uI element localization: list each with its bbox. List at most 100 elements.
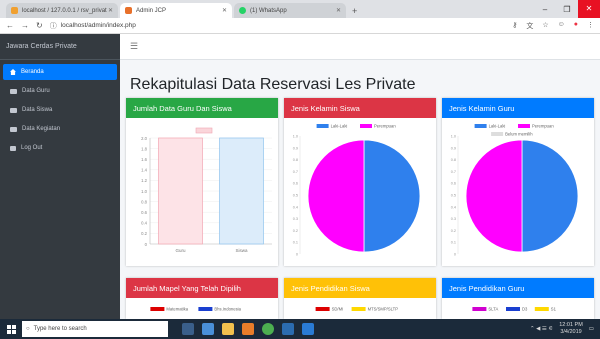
sidebar: Jawara Cerdas Private Beranda Data Guru …: [0, 34, 120, 319]
card-title: Jenis Kelamin Guru: [442, 98, 594, 118]
card-title: Jumlah Mapel Yang Telah Dipilih: [126, 278, 278, 298]
y-tick-label: 0.1: [451, 241, 456, 245]
y-tick-label: 0.5: [293, 194, 298, 198]
windows-start-button[interactable]: [0, 319, 22, 339]
chrome-icon[interactable]: [262, 323, 274, 335]
y-tick-label: 0: [145, 242, 148, 247]
sidebar-item-log-out[interactable]: Log Out: [3, 140, 117, 156]
bar: [219, 137, 264, 245]
legend-swatch: [518, 124, 530, 128]
top-navbar: ☰: [120, 34, 600, 60]
legend-swatch: [316, 124, 329, 128]
firefox-icon[interactable]: [242, 323, 254, 335]
forward-arrow-icon[interactable]: →: [21, 21, 29, 30]
y-tick-label: 0.1: [293, 241, 298, 245]
extension-icon[interactable]: ●: [574, 21, 578, 31]
y-tick-label: 1.0: [141, 189, 147, 194]
legend-swatch: [150, 307, 165, 311]
pie-slice: [363, 139, 421, 253]
card-title: Jumlah Data Guru Dan Siswa: [126, 98, 278, 118]
taskbar-clock[interactable]: 12:01 PM 3/4/2019: [559, 322, 583, 336]
y-tick-label: 0: [296, 253, 298, 257]
card-jenis-kelamin-guru: Jenis Kelamin Guru Laki-Laki Perempuan Bel…: [442, 98, 594, 266]
pie-slice: [521, 139, 579, 253]
account-icon[interactable]: ☺: [558, 21, 565, 31]
reload-icon[interactable]: ↻: [36, 21, 43, 30]
legend-label: SD/MI: [332, 307, 344, 312]
legend-swatch: [474, 124, 487, 128]
legend-label: Matematika: [166, 307, 188, 312]
legend-label: D3: [522, 307, 528, 312]
y-tick-label: 0.7: [293, 170, 298, 174]
main-content: ☰ Rekapitulasi Data Reservasi Les Privat…: [120, 34, 600, 319]
address-bar: ← → ↻ ⓘ localhost/admin/index.php ⚷ 文 ☆ ☺ …: [0, 18, 600, 34]
pie-chart: Laki-Laki Perempuan Belum memilih 0 0.1 0.2 0.…: [451, 124, 579, 257]
menu-dots-icon[interactable]: ⋮: [587, 21, 594, 31]
pie-slice: [307, 139, 365, 253]
legend-swatch: [472, 307, 487, 311]
brand-link[interactable]: Jawara Cerdas Private: [0, 34, 120, 60]
taskbar-search-box[interactable]: ○ Type here to search: [22, 321, 168, 337]
file-explorer-icon[interactable]: [222, 323, 234, 335]
minimize-icon[interactable]: –: [534, 5, 556, 14]
legend-label: Belum memilih: [505, 132, 533, 137]
y-tick-label: 0: [454, 253, 456, 257]
sidebar-menu: Beranda Data Guru Data Siswa Data Kegiat…: [0, 60, 120, 163]
legend-swatch: [198, 307, 213, 311]
y-tick-label: 0.3: [451, 217, 456, 221]
card-pendidikan-guru: Jenis Pendidikan Guru SLTA D3 S1: [442, 278, 594, 319]
legend-label: Perempuan: [374, 124, 396, 129]
browser-tab-whatsapp[interactable]: (1) WhatsApp ✕: [234, 3, 346, 18]
page-title: Rekapitulasi Data Reservasi Les Private: [130, 76, 416, 93]
card-title: Jenis Pendidikan Siswa: [284, 278, 436, 298]
window-close-icon[interactable]: ✕: [578, 0, 600, 18]
y-tick-label: 0.6: [293, 182, 298, 186]
browser-tab-bar: localhost / 127.0.0.1 / rsv_privat ✕ Admi…: [0, 0, 600, 18]
y-tick-label: 0.5: [451, 194, 456, 198]
y-tick-label: 0.7: [451, 170, 456, 174]
hamburger-menu-icon[interactable]: ☰: [130, 41, 138, 52]
store-icon[interactable]: [282, 323, 294, 335]
sidebar-item-data-kegiatan[interactable]: Data Kegiatan: [3, 121, 117, 137]
legend-swatch: [360, 124, 372, 128]
sidebar-item-data-siswa[interactable]: Data Siswa: [3, 102, 117, 118]
new-tab-button[interactable]: +: [352, 6, 357, 16]
x-tick-label: Siswa: [235, 248, 248, 253]
close-tab-icon[interactable]: ✕: [108, 7, 113, 14]
url-field[interactable]: localhost/admin/index.php: [61, 22, 136, 29]
browser-tab-admin[interactable]: Admin JCP ✕: [120, 3, 232, 18]
word-icon[interactable]: [302, 323, 314, 335]
sidebar-item-data-guru[interactable]: Data Guru: [3, 83, 117, 99]
y-tick-label: 0.9: [293, 146, 298, 150]
bar-chart: 0 0.2 0.4 0.6 0.8 1.0 1.2 1.4 1.6 1.8 2.0 Guru Sisw…: [141, 127, 272, 253]
tray-icons[interactable]: ⌃ ◀ ☰ ⚟: [530, 326, 553, 332]
y-tick-label: 0.2: [141, 231, 147, 236]
browser-tab-phpmyadmin[interactable]: localhost / 127.0.0.1 / rsv_privat ✕: [6, 3, 118, 18]
notification-icon[interactable]: ▭: [589, 326, 594, 332]
y-tick-label: 0.8: [141, 199, 147, 204]
legend-label: S1: [551, 307, 557, 312]
translate-icon[interactable]: 文: [526, 21, 533, 31]
star-icon[interactable]: ☆: [542, 21, 548, 31]
info-icon[interactable]: ⓘ: [50, 21, 57, 31]
table-icon: [10, 107, 17, 113]
chart-legend: Matematika Bhs.Indonesia: [150, 307, 242, 312]
chart-legend: SD/MI MTS/SMP/SLTP: [315, 307, 399, 312]
edge-icon[interactable]: [202, 323, 214, 335]
pie-slice: [465, 139, 523, 253]
maximize-icon[interactable]: ❐: [556, 5, 578, 14]
back-arrow-icon[interactable]: ←: [6, 21, 14, 30]
key-icon[interactable]: ⚷: [512, 21, 517, 31]
legend-label: MTS/SMP/SLTP: [368, 307, 399, 312]
y-tick-label: 0.8: [293, 158, 298, 162]
card-title: Jenis Kelamin Siswa: [284, 98, 436, 118]
y-tick-label: 0.2: [451, 229, 456, 233]
close-tab-icon[interactable]: ✕: [222, 7, 227, 14]
sidebar-item-beranda[interactable]: Beranda: [3, 64, 117, 80]
y-tick-label: 1.0: [293, 135, 298, 139]
phpmyadmin-favicon-icon: [11, 7, 18, 14]
task-view-icon[interactable]: [182, 323, 194, 335]
close-tab-icon[interactable]: ✕: [336, 7, 341, 14]
legend-label: Laki-Laki: [331, 124, 348, 129]
card-title: Jenis Pendidikan Guru: [442, 278, 594, 298]
